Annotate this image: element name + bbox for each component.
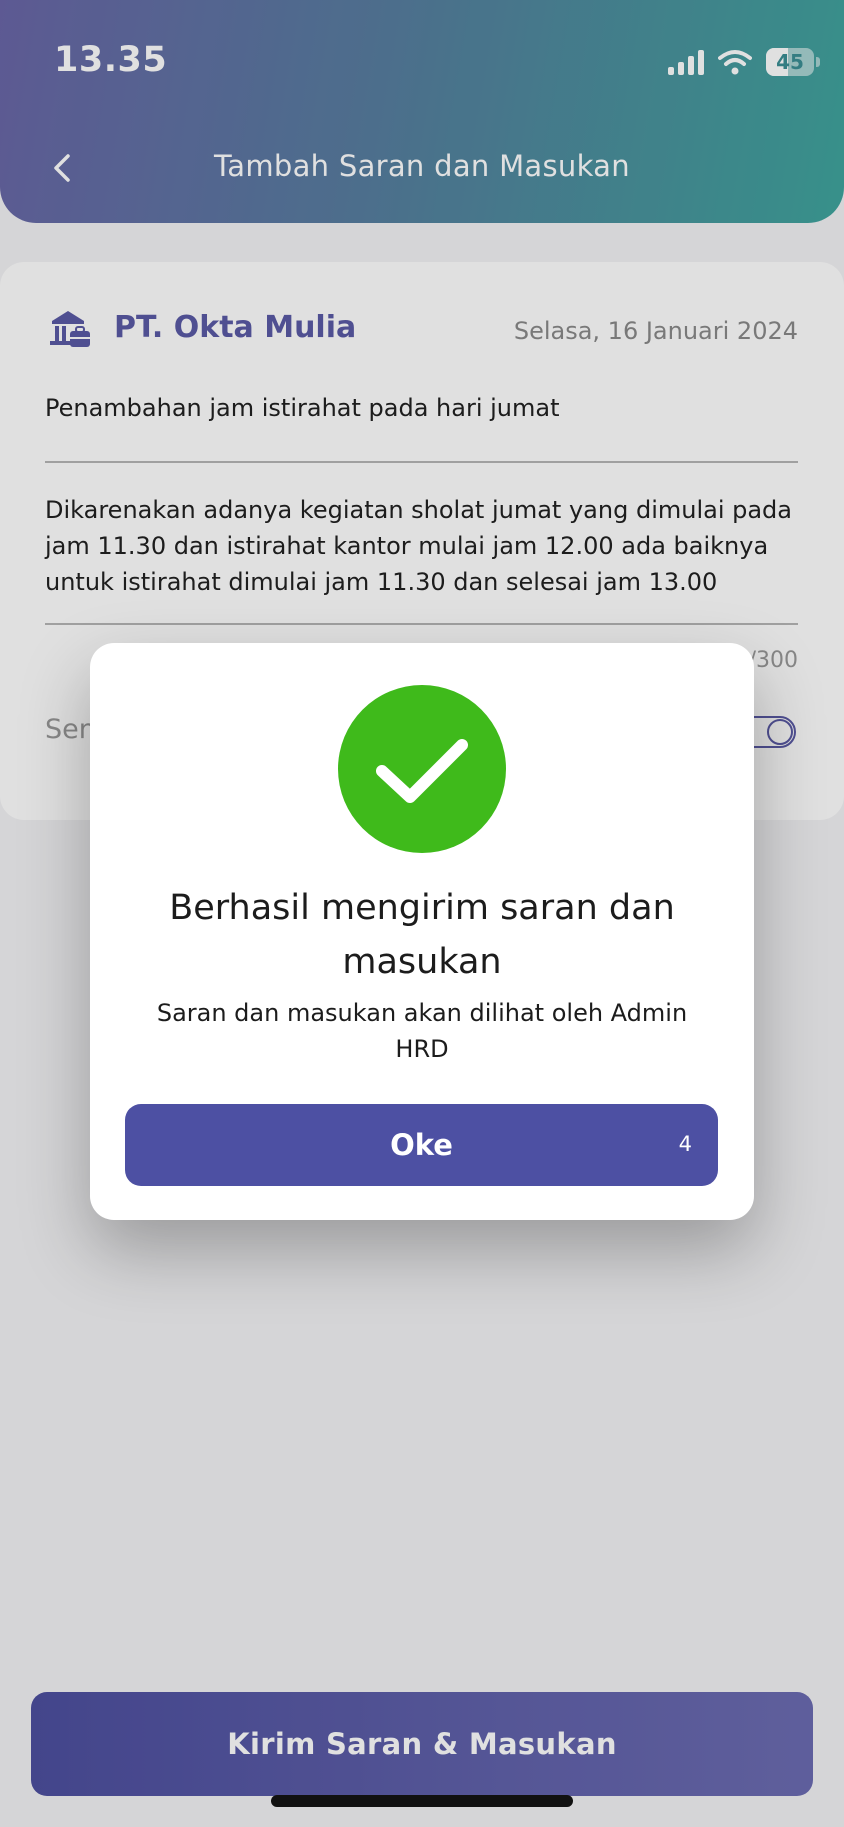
home-indicator[interactable] xyxy=(271,1795,573,1807)
ok-button-label: Oke xyxy=(390,1128,453,1162)
check-circle-icon xyxy=(338,685,506,853)
success-dialog: Berhasil mengirim saran dan masukan Sara… xyxy=(90,643,754,1220)
ok-button[interactable]: Oke 4 xyxy=(125,1104,718,1186)
countdown-badge: 4 xyxy=(678,1132,692,1156)
dialog-title: Berhasil mengirim saran dan masukan xyxy=(169,888,675,982)
dialog-message: Saran dan masukan akan dilihat oleh Admi… xyxy=(156,999,688,1063)
